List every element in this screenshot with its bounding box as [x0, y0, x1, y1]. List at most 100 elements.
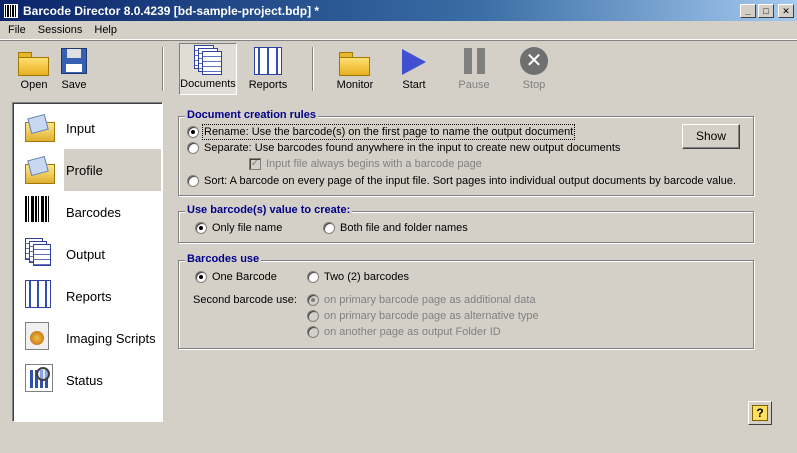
documents-icon [194, 45, 222, 75]
menu-help[interactable]: Help [88, 24, 123, 36]
stop-button[interactable]: ✕ Stop [512, 43, 556, 95]
sort-label: Sort: A barcode on every page of the inp… [204, 175, 737, 187]
one-barcode-radio[interactable] [195, 271, 207, 283]
sidebar-item-profile[interactable]: Profile [15, 149, 161, 191]
group-title: Use barcode(s) value to create: [185, 204, 353, 216]
alternative-type-option[interactable]: on primary barcode page as alternative t… [307, 310, 539, 322]
show-button[interactable]: Show [682, 124, 740, 149]
barcodes-use-group: Barcodes use One Barcode Two (2) barcode… [178, 253, 754, 349]
both-file-folder-option[interactable]: Both file and folder names [323, 222, 468, 234]
title-bar[interactable]: Barcode Director 8.0.4239 [bd-sample-pro… [0, 0, 797, 21]
input-begins-option[interactable]: ✓ Input file always begins with a barcod… [249, 158, 482, 170]
help-button[interactable]: ? [748, 401, 772, 425]
sort-radio[interactable] [187, 175, 199, 187]
pause-icon [458, 48, 490, 74]
reports-label: Reports [248, 79, 288, 91]
menu-bar: File Sessions Help [0, 21, 797, 40]
reports-icon [254, 47, 282, 75]
sidebar-item-barcodes[interactable]: Barcodes [15, 191, 161, 233]
documents-icon [25, 238, 51, 266]
rename-label: Rename: Use the barcode(s) on the first … [201, 124, 576, 140]
rename-option[interactable]: Rename: Use the barcode(s) on the first … [187, 124, 576, 140]
script-icon [25, 322, 49, 350]
sort-option[interactable]: Sort: A barcode on every page of the inp… [187, 175, 736, 187]
menu-sessions[interactable]: Sessions [32, 24, 89, 36]
folder-open-icon [25, 116, 55, 142]
additional-data-option[interactable]: on primary barcode page as additional da… [307, 294, 536, 306]
pause-label: Pause [458, 79, 490, 91]
sidebar-item-label: Status [66, 372, 103, 388]
toolbar-separator [162, 47, 164, 91]
sidebar-item-imaging-scripts[interactable]: Imaging Scripts [15, 317, 161, 359]
one-barcode-label: One Barcode [212, 271, 277, 283]
sidebar-item-label: Output [66, 246, 106, 262]
floppy-disk-icon [61, 48, 87, 74]
start-button[interactable]: Start [392, 43, 436, 95]
group-title: Document creation rules [185, 109, 318, 121]
two-barcodes-label: Two (2) barcodes [324, 271, 409, 283]
reports-button[interactable]: Reports [242, 43, 294, 95]
additional-data-radio[interactable] [307, 294, 319, 306]
app-barcode-icon [4, 3, 18, 18]
two-barcodes-option[interactable]: Two (2) barcodes [307, 271, 409, 283]
barcode-icon [25, 196, 51, 222]
sidebar-item-label: Barcodes [66, 204, 121, 220]
sidebar-item-status[interactable]: Status [15, 359, 161, 401]
close-button[interactable]: ✕ [778, 3, 794, 18]
only-file-name-label: Only file name [212, 222, 283, 234]
toolbar-separator [312, 47, 314, 91]
alternative-type-label: on primary barcode page as alternative t… [324, 310, 539, 322]
monitor-folder-icon [339, 50, 370, 76]
both-file-folder-label: Both file and folder names [340, 222, 468, 234]
folder-id-option[interactable]: on another page as output Folder ID [307, 326, 501, 338]
minimize-button[interactable]: _ [740, 3, 756, 18]
reports-icon [25, 280, 51, 308]
folder-id-radio[interactable] [307, 326, 319, 338]
save-button[interactable]: Save [54, 43, 94, 95]
one-barcode-option[interactable]: One Barcode [195, 271, 277, 283]
sidebar-item-label: Imaging Scripts [66, 330, 156, 346]
separate-label: Separate: Use barcodes found anywhere in… [204, 142, 621, 154]
window-title: Barcode Director 8.0.4239 [bd-sample-pro… [23, 3, 320, 18]
sidebar-item-reports[interactable]: Reports [15, 275, 161, 317]
input-begins-checkbox[interactable]: ✓ [249, 158, 261, 170]
pause-button[interactable]: Pause [452, 43, 496, 95]
play-icon [402, 49, 426, 75]
only-file-name-option[interactable]: Only file name [195, 222, 282, 234]
folder-id-label: on another page as output Folder ID [324, 326, 501, 338]
documents-button[interactable]: Documents [179, 43, 237, 95]
sidebar-item-input[interactable]: Input [15, 107, 161, 149]
sidebar: Input Profile Barcodes Output Reports Im… [12, 102, 163, 422]
alternative-type-radio[interactable] [307, 310, 319, 322]
toolbar: Open Save Documents Reports Monitor Star… [0, 40, 797, 96]
use-barcode-value-group: Use barcode(s) value to create: Only fil… [178, 204, 754, 243]
folder-profile-icon [25, 158, 55, 184]
additional-data-label: on primary barcode page as additional da… [324, 294, 536, 306]
maximize-button[interactable]: □ [758, 3, 774, 18]
monitor-button[interactable]: Monitor [330, 43, 380, 95]
sidebar-item-label: Profile [66, 162, 103, 178]
group-title: Barcodes use [185, 253, 262, 265]
rename-radio[interactable] [187, 126, 199, 138]
folder-icon [18, 50, 49, 76]
documents-label: Documents [180, 78, 236, 90]
sidebar-item-label: Input [66, 120, 95, 136]
only-file-name-radio[interactable] [195, 222, 207, 234]
stop-icon: ✕ [520, 47, 548, 75]
both-file-folder-radio[interactable] [323, 222, 335, 234]
sidebar-item-output[interactable]: Output [15, 233, 161, 275]
separate-option[interactable]: Separate: Use barcodes found anywhere in… [187, 142, 620, 154]
open-label: Open [20, 79, 48, 91]
save-label: Save [61, 79, 87, 91]
stop-label: Stop [522, 79, 546, 91]
second-barcode-use-label: Second barcode use: [193, 294, 297, 306]
document-creation-rules-group: Document creation rules Rename: Use the … [178, 109, 754, 196]
separate-radio[interactable] [187, 142, 199, 154]
sidebar-item-label: Reports [66, 288, 112, 304]
monitor-label: Monitor [336, 79, 374, 91]
menu-file[interactable]: File [2, 24, 32, 36]
start-label: Start [402, 79, 426, 91]
open-button[interactable]: Open [14, 43, 54, 95]
two-barcodes-radio[interactable] [307, 271, 319, 283]
input-begins-label: Input file always begins with a barcode … [266, 158, 482, 170]
